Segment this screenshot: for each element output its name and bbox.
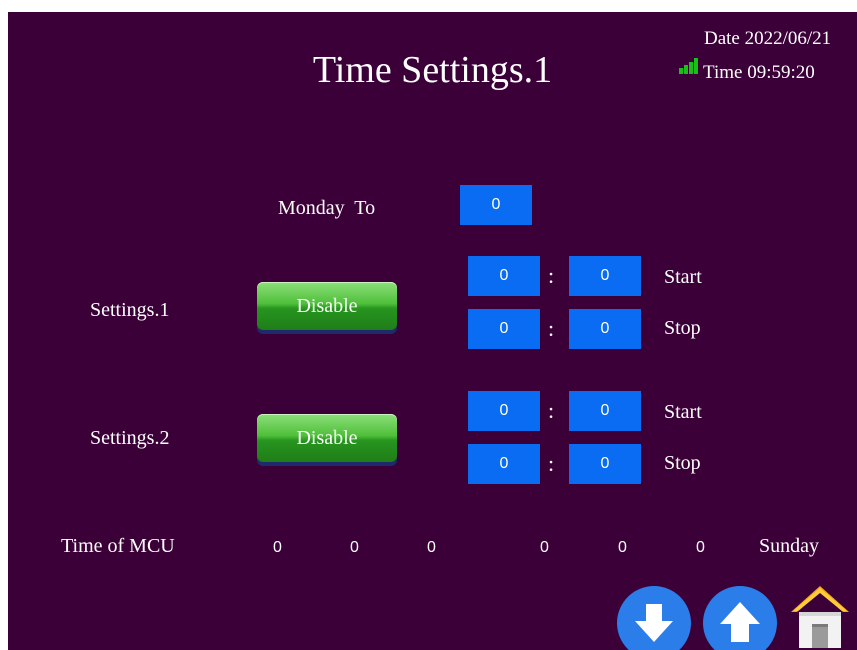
settings-2-stop-hour-input[interactable]: 0 <box>468 444 540 484</box>
mcu-day-value: 0 <box>427 539 436 556</box>
time-separator: : <box>548 263 555 288</box>
arrow-down-icon <box>635 604 673 642</box>
settings-2-start-label: Start <box>664 401 702 423</box>
mcu-second-value: 0 <box>696 539 705 556</box>
settings-1-toggle-button[interactable]: Disable <box>257 282 397 330</box>
page-up-button[interactable] <box>703 586 777 650</box>
time-separator: : <box>548 451 555 476</box>
settings-1-label: Settings.1 <box>90 299 170 321</box>
settings-1-stop-label: Stop <box>664 317 701 339</box>
settings-2-start-minute-input[interactable]: 0 <box>569 391 641 431</box>
home-button[interactable] <box>789 584 851 648</box>
home-icon <box>791 586 849 648</box>
date-value: 2022/06/21 <box>744 28 832 49</box>
mcu-year-value: 0 <box>273 539 282 556</box>
mcu-weekday-value: Sunday <box>759 535 819 557</box>
arrow-up-icon <box>720 602 760 642</box>
settings-2-stop-label: Stop <box>664 452 701 474</box>
time-value: 09:59:20 <box>747 62 815 83</box>
time-separator: : <box>548 398 555 423</box>
hmi-screen: Time Settings.1 Date 2022/06/21 Time 09:… <box>8 12 857 650</box>
time-display: Time 09:59:20 <box>703 62 815 84</box>
settings-1-stop-minute-input[interactable]: 0 <box>569 309 641 349</box>
date-label: Date <box>704 28 740 49</box>
mcu-month-value: 0 <box>350 539 359 556</box>
time-separator: : <box>548 316 555 341</box>
signal-strength-icon <box>679 58 698 74</box>
mcu-minute-value: 0 <box>618 539 627 556</box>
settings-2-toggle-button[interactable]: Disable <box>257 414 397 462</box>
mcu-time-label: Time of MCU <box>61 535 175 557</box>
weekday-input[interactable]: 0 <box>460 185 532 225</box>
settings-1-start-minute-input[interactable]: 0 <box>569 256 641 296</box>
time-label: Time <box>703 62 743 83</box>
settings-2-start-hour-input[interactable]: 0 <box>468 391 540 431</box>
mcu-hour-value: 0 <box>540 539 549 556</box>
settings-1-start-label: Start <box>664 266 702 288</box>
settings-2-stop-minute-input[interactable]: 0 <box>569 444 641 484</box>
settings-1-start-hour-input[interactable]: 0 <box>468 256 540 296</box>
settings-1-stop-hour-input[interactable]: 0 <box>468 309 540 349</box>
settings-2-label: Settings.2 <box>90 427 170 449</box>
weekday-label: Monday To <box>278 197 376 219</box>
date-display: Date 2022/06/21 <box>704 28 831 50</box>
page-down-button[interactable] <box>617 586 691 650</box>
